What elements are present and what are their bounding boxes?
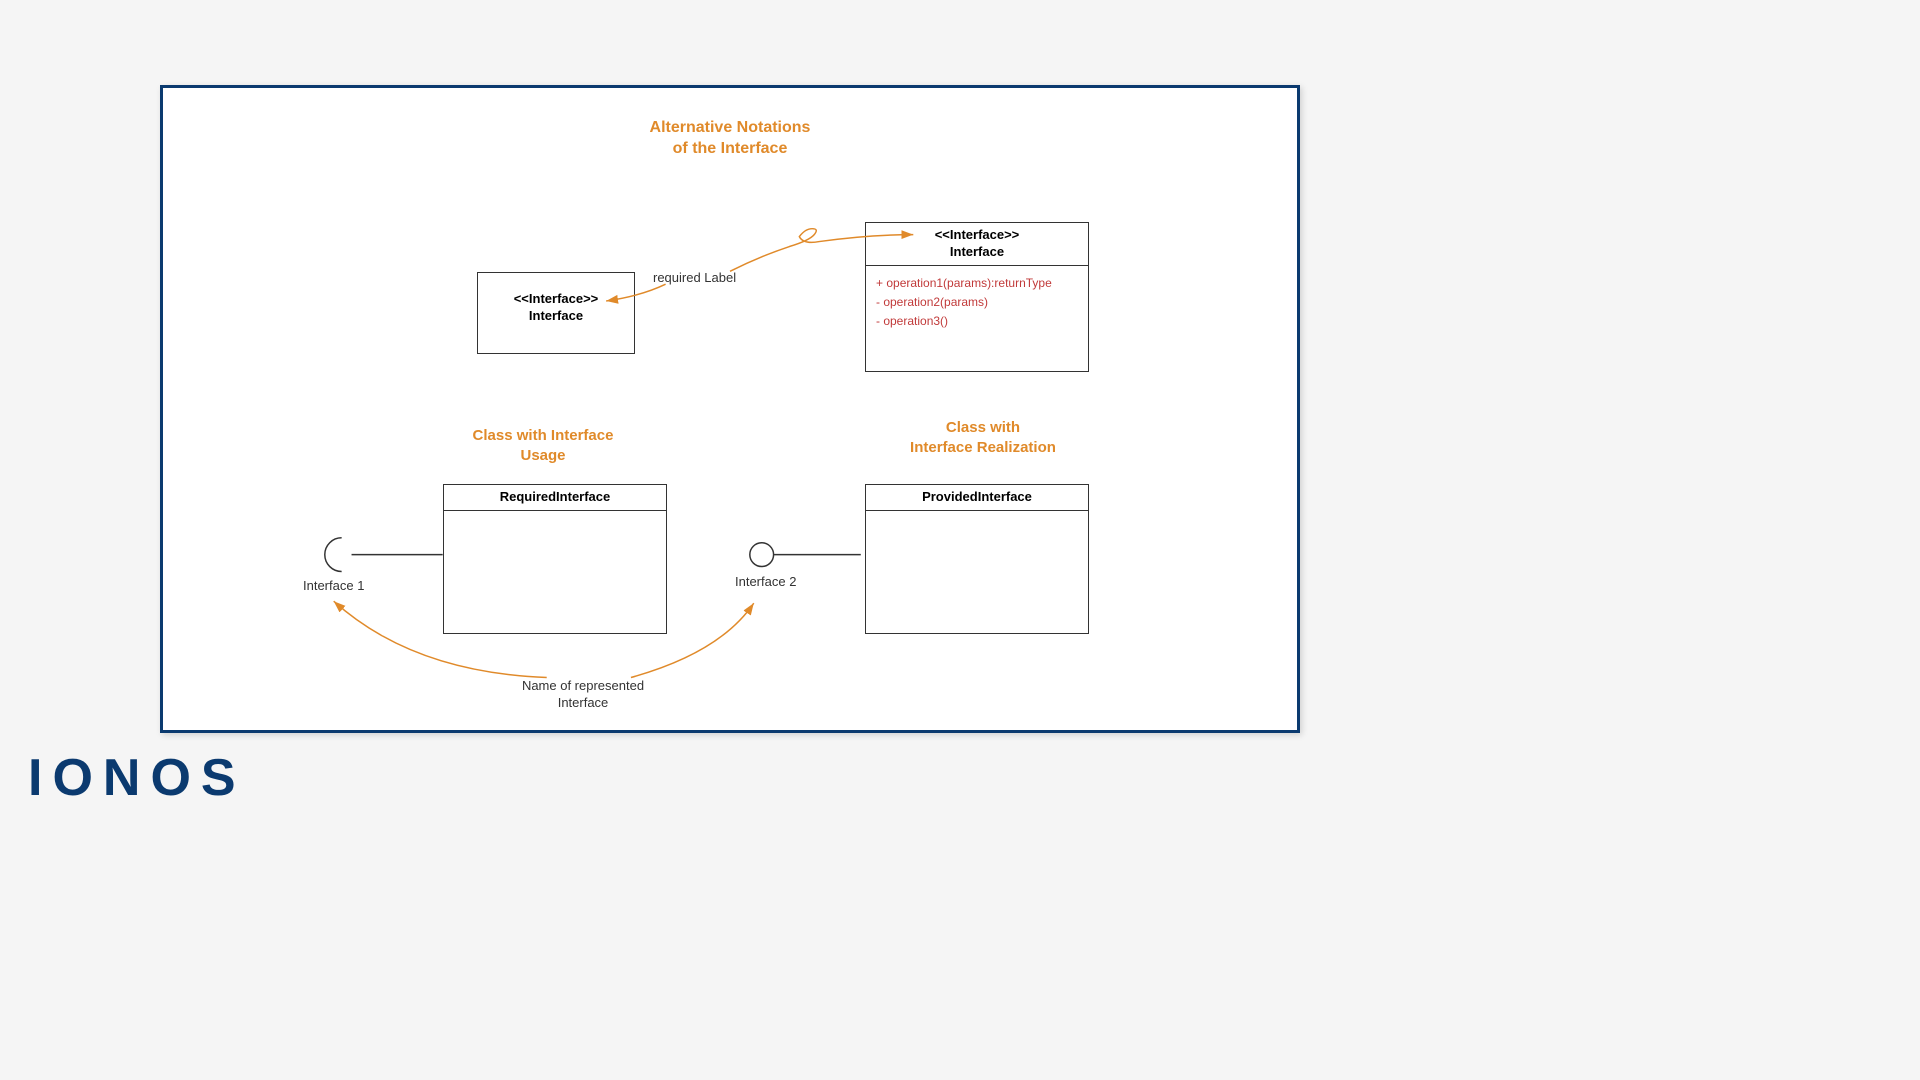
required-interface-name: RequiredInterface [500,489,611,504]
large-interface-operations: + operation1(params):returnType - operat… [866,266,1088,340]
required-interface-box: RequiredInterface [443,484,667,634]
operation-1: + operation1(params):returnType [876,274,1078,293]
socket-icon [325,538,342,572]
ball-icon [750,543,774,567]
provided-interface-header: ProvidedInterface [866,485,1088,511]
usage-title-line1: Class with Interface [473,427,614,444]
usage-title-line2: Usage [520,447,565,464]
required-interface-header: RequiredInterface [444,485,666,511]
large-interface-header: <<Interface>> Interface [866,223,1088,266]
realization-title: Class with Interface Realization [903,418,1063,457]
large-interface-stereotype: <<Interface>> [935,227,1020,242]
large-interface-name: Interface [950,244,1004,259]
realization-title-line1: Class with [946,419,1020,436]
main-title: Alternative Notations of the Interface [163,118,1297,160]
required-label: required Label [653,270,736,287]
name-of-line1: Name of represented [522,678,644,693]
large-interface-box: <<Interface>> Interface + operation1(par… [865,222,1089,372]
main-title-line2: of the Interface [673,140,788,157]
small-interface-name: Interface [529,308,583,323]
interface2-label: Interface 2 [735,574,796,591]
operation-3: - operation3() [876,312,1078,331]
operation-2: - operation2(params) [876,293,1078,312]
usage-title: Class with Interface Usage [463,426,623,465]
realization-title-line2: Interface Realization [910,439,1056,456]
provided-interface-name: ProvidedInterface [922,489,1032,504]
ionos-logo: IONOS [28,748,246,808]
name-of-line2: Interface [558,695,609,710]
small-interface-stereotype: <<Interface>> [514,291,599,306]
diagram-frame: Alternative Notations of the Interface <… [160,85,1300,733]
main-title-line1: Alternative Notations [650,119,811,136]
provided-interface-box: ProvidedInterface [865,484,1089,634]
interface1-label: Interface 1 [303,578,364,595]
name-of-represented-label: Name of represented Interface [513,678,653,712]
connectors-svg [163,88,1297,730]
small-interface-box: <<Interface>> Interface [477,272,635,354]
